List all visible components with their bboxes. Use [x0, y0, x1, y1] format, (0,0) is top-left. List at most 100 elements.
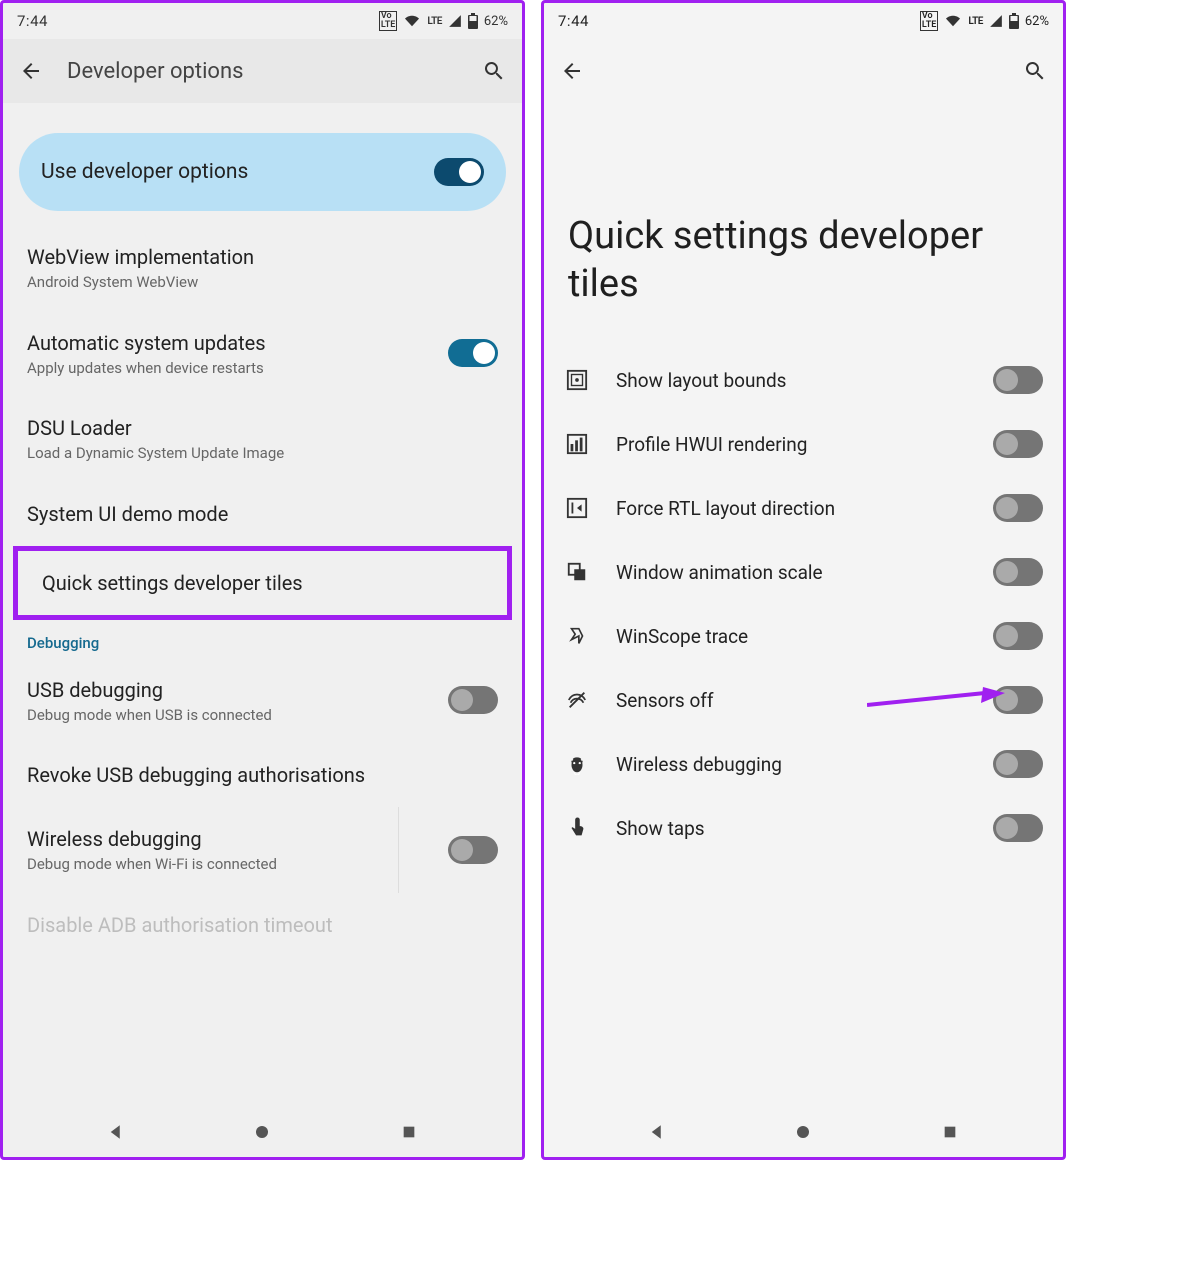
- nav-back[interactable]: [96, 1123, 136, 1141]
- layout-bounds-icon: [564, 367, 590, 393]
- nav-home[interactable]: [783, 1123, 823, 1141]
- tile-label: Sensors off: [616, 689, 967, 712]
- setting-title: WebView implementation: [27, 243, 498, 271]
- tile-label: Window animation scale: [616, 561, 967, 584]
- setting-row-webview-implementation[interactable]: WebView implementationAndroid System Web…: [3, 225, 522, 311]
- master-switch[interactable]: Use developer options: [19, 133, 506, 211]
- rtl-icon: [564, 495, 590, 521]
- setting-title: Wireless debugging: [27, 825, 434, 853]
- setting-subtitle: Android System WebView: [27, 273, 498, 293]
- setting-row-automatic-system-updates[interactable]: Automatic system updatesApply updates wh…: [3, 311, 522, 397]
- search-button[interactable]: [1023, 59, 1047, 83]
- signal-icon: [448, 14, 462, 28]
- tile-row-rtl[interactable]: Force RTL layout direction: [544, 476, 1063, 540]
- wifi-icon: [944, 14, 962, 28]
- winscope-icon: [564, 623, 590, 649]
- setting-subtitle: Load a Dynamic System Update Image: [27, 444, 498, 464]
- back-button[interactable]: [560, 59, 584, 83]
- tile-row-layout-bounds[interactable]: Show layout bounds: [544, 348, 1063, 412]
- setting-title: Revoke USB debugging authorisations: [27, 761, 498, 789]
- nav-bar: [544, 1107, 1063, 1157]
- setting-title: Quick settings developer tiles: [42, 569, 483, 597]
- nav-recent-icon: [401, 1124, 417, 1140]
- app-bar: [544, 39, 1063, 103]
- setting-title: System UI demo mode: [27, 500, 498, 528]
- toggle[interactable]: [993, 686, 1043, 714]
- toggle[interactable]: [448, 339, 498, 367]
- toggle[interactable]: [993, 750, 1043, 778]
- tile-row-show-taps[interactable]: Show taps: [544, 796, 1063, 860]
- nav-bar: [3, 1107, 522, 1157]
- setting-subtitle: Apply updates when device restarts: [27, 359, 434, 379]
- nav-back[interactable]: [637, 1123, 677, 1141]
- search-button[interactable]: [482, 59, 506, 83]
- toggle[interactable]: [448, 686, 498, 714]
- content-scroll[interactable]: Use developer options WebView implementa…: [3, 103, 522, 1107]
- toggle[interactable]: [993, 558, 1043, 586]
- app-bar: Developer options: [3, 39, 522, 103]
- nav-back-icon: [107, 1123, 125, 1141]
- tile-row-sensors-off[interactable]: Sensors off: [544, 668, 1063, 732]
- tile-label: Wireless debugging: [616, 753, 967, 776]
- volte-icon: VoLTE: [920, 11, 938, 31]
- nav-home-icon: [794, 1123, 812, 1141]
- status-bar: 7:44 VoLTE LTE 62%: [3, 3, 522, 39]
- toggle[interactable]: [993, 430, 1043, 458]
- toggle[interactable]: [448, 836, 498, 864]
- debug-row-disable-adb-authorisation-timeout: Disable ADB authorisation timeout: [3, 893, 522, 957]
- show-taps-icon: [564, 815, 590, 841]
- debug-row-usb-debugging[interactable]: USB debuggingDebug mode when USB is conn…: [3, 658, 522, 744]
- tile-label: Profile HWUI rendering: [616, 433, 967, 456]
- search-icon: [482, 59, 506, 83]
- nav-recent[interactable]: [389, 1124, 429, 1140]
- tile-row-wireless-debug[interactable]: Wireless debugging: [544, 732, 1063, 796]
- setting-row-dsu-loader[interactable]: DSU LoaderLoad a Dynamic System Update I…: [3, 396, 522, 482]
- tile-row-window-anim[interactable]: Window animation scale: [544, 540, 1063, 604]
- master-switch-label: Use developer options: [41, 160, 248, 184]
- page-title: Developer options: [67, 59, 458, 84]
- status-bar: 7:44 VoLTE LTE 62%: [544, 3, 1063, 39]
- setting-title: Automatic system updates: [27, 329, 434, 357]
- left-phone-frame: 7:44 VoLTE LTE 62% Developer options Use…: [0, 0, 525, 1160]
- back-arrow-icon: [19, 59, 43, 83]
- window-anim-icon: [564, 559, 590, 585]
- nav-back-icon: [648, 1123, 666, 1141]
- signal-icon: [989, 14, 1003, 28]
- battery-icon: [1009, 13, 1019, 29]
- back-arrow-icon: [560, 59, 584, 83]
- nav-recent[interactable]: [930, 1124, 970, 1140]
- page-title: Quick settings developer tiles: [544, 103, 1063, 348]
- wireless-debug-icon: [564, 751, 590, 777]
- status-icons: VoLTE LTE 62%: [920, 11, 1049, 31]
- toggle[interactable]: [993, 814, 1043, 842]
- tile-label: WinScope trace: [616, 625, 967, 648]
- profile-hwui-icon: [564, 431, 590, 457]
- debug-row-revoke-usb-debugging-authorisations[interactable]: Revoke USB debugging authorisations: [3, 743, 522, 807]
- section-debugging: Debugging: [3, 620, 522, 658]
- master-toggle[interactable]: [434, 158, 484, 186]
- setting-title: Disable ADB authorisation timeout: [27, 911, 498, 939]
- tile-label: Show taps: [616, 817, 967, 840]
- volte-icon: VoLTE: [379, 11, 397, 31]
- tile-label: Force RTL layout direction: [616, 497, 967, 520]
- lte-label: LTE: [968, 16, 983, 27]
- search-icon: [1023, 59, 1047, 83]
- nav-recent-icon: [942, 1124, 958, 1140]
- toggle[interactable]: [993, 366, 1043, 394]
- toggle[interactable]: [993, 622, 1043, 650]
- battery-percent: 62%: [484, 14, 508, 29]
- back-button[interactable]: [19, 59, 43, 83]
- setting-title: DSU Loader: [27, 414, 498, 442]
- battery-icon: [468, 13, 478, 29]
- tile-row-profile-hwui[interactable]: Profile HWUI rendering: [544, 412, 1063, 476]
- setting-row-quick-settings-developer-tiles[interactable]: Quick settings developer tiles: [18, 551, 507, 615]
- debug-row-wireless-debugging[interactable]: Wireless debuggingDebug mode when Wi-Fi …: [3, 807, 522, 893]
- toggle[interactable]: [993, 494, 1043, 522]
- right-phone-frame: 7:44 VoLTE LTE 62% Quick settings develo…: [541, 0, 1066, 1160]
- setting-title: USB debugging: [27, 676, 434, 704]
- setting-row-system-ui-demo-mode[interactable]: System UI demo mode: [3, 482, 522, 546]
- content-scroll[interactable]: Quick settings developer tiles Show layo…: [544, 103, 1063, 1107]
- nav-home[interactable]: [242, 1123, 282, 1141]
- setting-subtitle: Debug mode when USB is connected: [27, 706, 434, 726]
- tile-row-winscope[interactable]: WinScope trace: [544, 604, 1063, 668]
